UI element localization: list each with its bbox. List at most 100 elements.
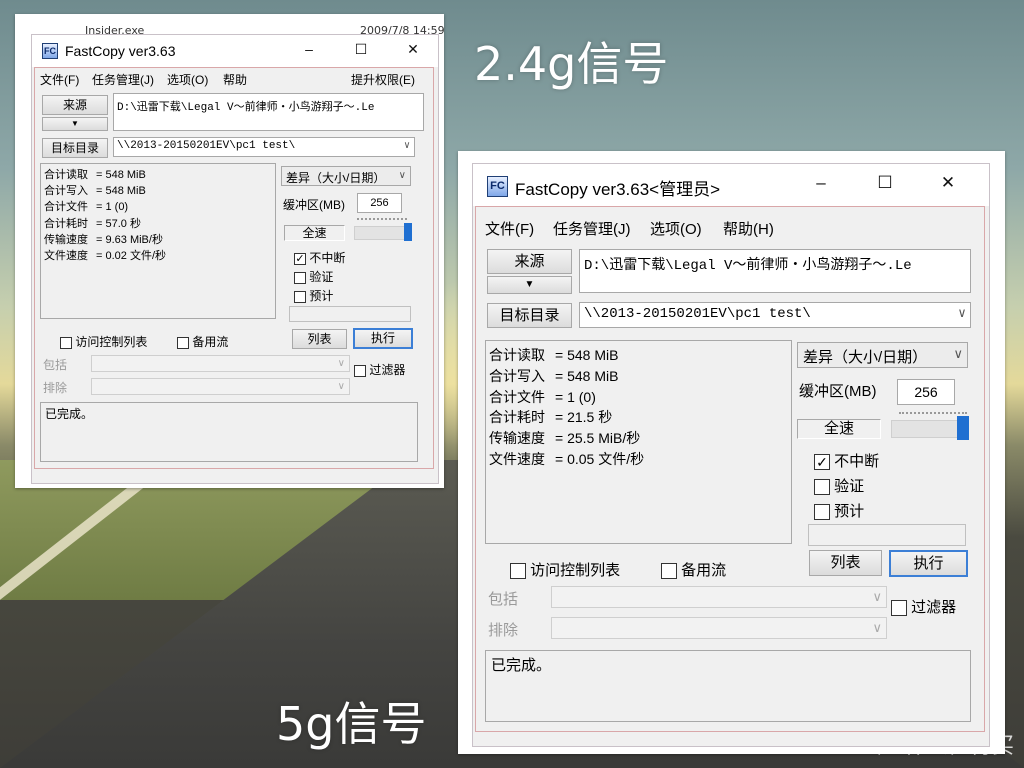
source-dropdown-button[interactable]: ▼ [42,117,108,131]
source-path-field[interactable]: D:\迅雷下载\Legal V～前律师・小鸟游翔子～.Le [579,249,971,293]
menu-file[interactable]: 文件(F) [485,218,534,239]
stat-label: 文件速度 [44,250,88,262]
stat-label: 合计写入 [489,367,545,384]
nonstop-checkbox[interactable]: ✓ 不中断 [814,450,879,471]
checkmark-icon: ✓ [814,454,830,471]
minimize-button[interactable]: – [292,41,326,57]
chevron-down-icon: ▼ [71,119,79,128]
checkmark-icon: ✓ [294,252,306,265]
screenshot-frame-a: Insider.exe 2009/7/8 14:59 FC FastCopy v… [15,14,445,488]
stat-row: 文件速度 = 0.05 文件/秒 [489,449,644,469]
chevron-down-icon: ▼ [524,279,535,290]
include-filter-combo[interactable]: ∨ [91,355,350,372]
exclude-filter-combo[interactable]: ∨ [551,617,887,639]
estimate-checkbox[interactable]: 预计 [294,287,333,304]
destination-path-combo[interactable]: \\2013-20150201EV\pc1 test\ ∨ [579,302,971,328]
source-dropdown-button[interactable]: ▼ [487,276,572,294]
maximize-button[interactable]: ☐ [344,41,378,58]
nonstop-label: 不中断 [309,251,346,265]
close-button[interactable]: ✕ [396,41,430,58]
buffer-size-input[interactable]: 256 [897,379,955,405]
verify-label: 验证 [309,270,334,284]
speed-slider-thumb[interactable] [957,416,969,440]
chevron-down-icon: ∨ [403,141,410,152]
title-bar: FC FastCopy ver3.63<管理员> – ☐ ✕ [473,164,989,206]
menu-elevate[interactable]: 提升权限(E) [351,71,415,88]
stat-value: = 548 MiB [555,367,619,384]
checkbox-box [891,600,907,617]
speed-slider-ticks [899,412,967,414]
copy-mode-select[interactable]: 差异（大小/日期） ∨ [281,166,411,186]
destination-button[interactable]: 目标目录 [487,303,572,328]
menu-jobs[interactable]: 任务管理(J) [92,71,154,88]
log-text: 已完成。 [491,657,552,674]
include-filter-combo[interactable]: ∨ [551,586,887,608]
alt-stream-checkbox[interactable]: 备用流 [177,333,228,350]
menu-file[interactable]: 文件(F) [40,71,79,88]
menu-help[interactable]: 帮助(H) [723,218,774,239]
menu-jobs[interactable]: 任务管理(J) [553,218,631,239]
checkbox-box [510,563,526,580]
chevron-down-icon: ∨ [958,306,966,321]
acl-checkbox[interactable]: 访问控制列表 [60,333,147,350]
destination-path-combo[interactable]: \\2013-20150201EV\pc1 test\ ∨ [113,137,415,157]
source-button[interactable]: 来源 [42,95,108,115]
stat-row: 合计文件 = 1 (0) [44,198,128,214]
chevron-down-icon: ∨ [953,346,963,361]
verify-checkbox[interactable]: 验证 [294,268,333,285]
stat-value: = 9.63 MiB/秒 [96,233,163,246]
stat-row: 文件速度 = 0.02 文件/秒 [44,247,166,263]
execute-button[interactable]: 执行 [889,550,968,577]
destination-button[interactable]: 目标目录 [42,138,108,158]
acl-checkbox[interactable]: 访问控制列表 [510,559,620,580]
stat-value: = 548 MiB [96,169,146,181]
list-button[interactable]: 列表 [292,329,347,349]
source-path-field[interactable]: D:\迅雷下载\Legal V～前律师・小鸟游翔子～.Le [113,93,424,131]
menu-options[interactable]: 选项(O) [650,218,702,239]
exclude-label: 排除 [43,381,68,395]
execute-button[interactable]: 执行 [353,328,413,349]
copy-mode-select[interactable]: 差异（大小/日期） ∨ [797,342,968,368]
close-button[interactable]: ✕ [928,173,968,193]
alt-stream-label: 备用流 [192,335,229,349]
speed-slider-thumb[interactable] [404,223,412,241]
filter-checkbox[interactable]: 过滤器 [891,596,956,617]
buffer-size-input[interactable]: 256 [357,193,402,213]
stat-value: = 1 (0) [555,388,596,405]
maximize-button[interactable]: ☐ [865,173,905,193]
speed-label: 全速 [797,419,881,439]
verify-label: 验证 [834,478,865,495]
stat-value: = 1 (0) [96,201,129,214]
progress-bar [289,306,411,322]
nonstop-checkbox[interactable]: ✓ 不中断 [294,249,345,266]
stat-row: 合计读取 = 548 MiB [44,166,146,182]
stat-row: 合计文件 = 1 (0) [489,387,596,407]
filter-label: 过滤器 [911,599,957,616]
menu-help[interactable]: 帮助 [223,71,247,88]
estimate-label: 预计 [309,289,334,303]
stat-label: 合计耗时 [489,409,545,426]
stat-value: = 0.05 文件/秒 [555,451,645,467]
buffer-label: 缓冲区(MB) [799,383,877,400]
fastcopy-window-a: FC FastCopy ver3.63 – ☐ ✕ 文件(F) 任务管理(J) … [31,34,439,484]
checkbox-box [177,336,189,349]
window-title: FastCopy ver3.63 [65,43,176,59]
list-button[interactable]: 列表 [809,550,882,576]
estimate-label: 预计 [834,503,865,520]
menu-options[interactable]: 选项(O) [167,71,208,88]
checkbox-box [814,504,830,521]
exclude-filter-combo[interactable]: ∨ [91,378,350,395]
filter-checkbox[interactable]: 过滤器 [354,361,405,378]
copy-mode-value: 差异（大小/日期） [803,349,928,366]
estimate-checkbox[interactable]: 预计 [814,500,864,521]
log-panel: 已完成。 [485,650,971,722]
verify-checkbox[interactable]: 验证 [814,475,864,496]
progress-bar [808,524,966,546]
source-button[interactable]: 来源 [487,249,572,274]
minimize-button[interactable]: – [801,173,841,193]
stat-value: = 548 MiB [96,185,146,198]
chevron-down-icon: ∨ [872,589,882,604]
stat-label: 合计耗时 [44,217,88,230]
alt-stream-checkbox[interactable]: 备用流 [661,559,726,580]
stat-label: 传输速度 [489,430,545,447]
